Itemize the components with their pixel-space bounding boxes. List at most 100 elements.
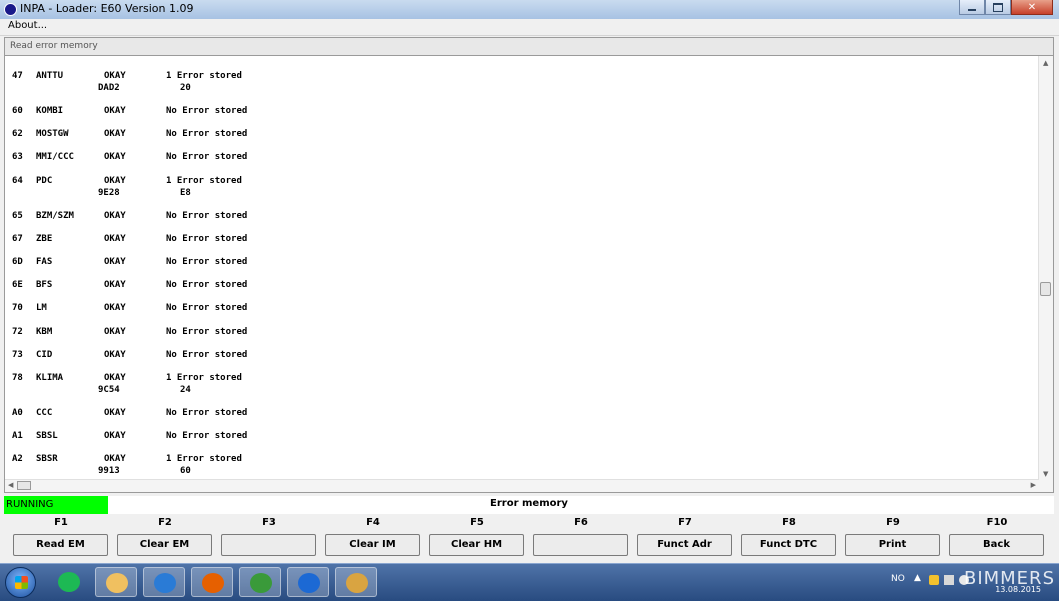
fkey-button-f10[interactable]: Back [949,534,1044,556]
row-address: 62 [12,129,23,140]
start-button[interactable] [5,567,36,598]
section-header: Read error memory [4,37,1054,55]
scroll-right-icon[interactable]: ▶ [1031,481,1036,489]
vertical-scrollbar[interactable]: ▲ ▼ [1038,56,1053,492]
close-button[interactable]: ✕ [1011,0,1053,15]
fkey-button-f2[interactable]: Clear EM [117,534,212,556]
row-ecu-name: BZM/SZM [36,210,74,221]
network-icon[interactable] [944,575,954,585]
row-ecu-name: MMI/CCC [36,152,74,163]
row-message: No Error stored [166,303,248,314]
show-hidden-icons-icon[interactable]: ▲ [914,573,921,583]
taskbar-button-file-explorer[interactable] [95,567,137,597]
row-ecu-name: KOMBI [36,106,64,116]
horizontal-scroll-thumb[interactable] [17,481,31,490]
row-ecu-name: BFS [36,280,53,291]
row-message: 1 Error stored [166,175,242,186]
vertical-scroll-thumb[interactable] [1040,282,1051,296]
row-message: No Error stored [166,326,248,337]
fkey-label: F1 [54,517,68,528]
row-status: OKAY [104,303,126,314]
language-indicator[interactable]: NO [891,574,905,584]
menu-bar: About... [0,19,1059,36]
row-address: 67 [12,233,23,244]
menu-about[interactable]: About... [8,20,47,31]
fkey-button-f7[interactable]: Funct Adr [637,534,732,556]
system-tray: NO ▲ BIMMERS 13.08.2015 [887,564,1059,601]
fkey-label: F3 [262,517,276,528]
row-error-value: 24 [180,385,191,395]
title-bar[interactable]: INPA - Loader: E60 Version 1.09 ✕ [0,0,1059,20]
fkey-button-f6[interactable] [533,534,628,556]
hp-icon [154,573,176,593]
fkey-f7: F7 Funct Adr [637,514,733,560]
fkey-button-f1[interactable]: Read EM [13,534,108,556]
fkey-button-f3[interactable] [221,534,316,556]
minimize-button[interactable] [959,0,985,15]
window-controls: ✕ [959,0,1053,16]
row-status: OKAY [104,210,126,221]
row-status: OKAY [104,349,126,360]
row-address: 6D [12,257,23,267]
fkey-f6: F6 [533,514,629,560]
row-address: 65 [12,210,23,221]
function-key-bar: F1 Read EM F2 Clear EM F3 F4 Clear IM F5 Clear H… [0,514,1059,562]
row-error-code: DAD2 [98,83,120,93]
row-status: OKAY [104,373,126,383]
row-address: A0 [12,408,23,418]
fkey-button-f4[interactable]: Clear IM [325,534,420,556]
taskbar-button-firefox[interactable] [191,567,233,597]
row-error-code: 9E28 [98,187,120,198]
taskbar-button-hp[interactable] [143,567,185,597]
fkey-label: F9 [886,517,900,528]
row-ecu-name: MOSTGW [36,129,69,140]
row-address: 47 [12,71,23,81]
row-error-code: 9C54 [98,385,120,395]
taskbar-button-spotify[interactable] [48,567,90,597]
row-address: 70 [12,303,23,314]
fkey-button-f8[interactable]: Funct DTC [741,534,836,556]
scroll-left-icon[interactable]: ◀ [8,481,13,489]
row-message: No Error stored [166,349,248,360]
fkey-f2: F2 Clear EM [117,514,213,560]
fkey-label: F4 [366,517,380,528]
fkey-button-f9[interactable]: Print [845,534,940,556]
row-address: 64 [12,175,23,186]
clock-date[interactable]: 13.08.2015 [995,585,1041,594]
fkey-label: F5 [470,517,484,528]
fkey-label: F6 [574,517,588,528]
row-message: 1 Error stored [166,454,242,465]
row-ecu-name: ANTTU [36,71,64,81]
taskbar-button-bmw[interactable] [287,567,329,597]
scroll-up-icon[interactable]: ▲ [1043,59,1048,67]
taskbar-button-ediabas[interactable] [239,567,281,597]
row-status: OKAY [104,431,126,442]
row-message: No Error stored [166,152,248,163]
fkey-label: F8 [782,517,796,528]
row-ecu-name: SBSR [36,454,58,465]
row-message: No Error stored [166,210,248,221]
fkey-button-f5[interactable]: Clear HM [429,534,524,556]
row-message: No Error stored [166,408,248,418]
row-status: OKAY [104,233,126,244]
windows-taskbar: NO ▲ BIMMERS 13.08.2015 [0,563,1059,601]
fkey-f3: F3 [221,514,317,560]
row-address: A2 [12,454,23,465]
status-bar: RUNNING Error memory [4,496,1054,514]
scroll-down-icon[interactable]: ▼ [1043,470,1048,478]
minimize-icon [968,8,976,11]
maximize-button[interactable] [985,0,1011,15]
action-center-icon[interactable] [929,575,939,585]
row-address: 60 [12,106,23,116]
section-title: Read error memory [10,41,98,51]
row-ecu-name: KBM [36,326,53,337]
firefox-icon [202,573,224,593]
taskbar-button-paint[interactable] [335,567,377,597]
row-message: No Error stored [166,280,248,291]
row-message: No Error stored [166,106,248,116]
row-status: OKAY [104,454,126,465]
horizontal-scrollbar[interactable]: ◀ ▶ [5,479,1039,492]
row-message: No Error stored [166,129,248,140]
file-explorer-icon [106,573,128,593]
fkey-f8: F8 Funct DTC [741,514,837,560]
